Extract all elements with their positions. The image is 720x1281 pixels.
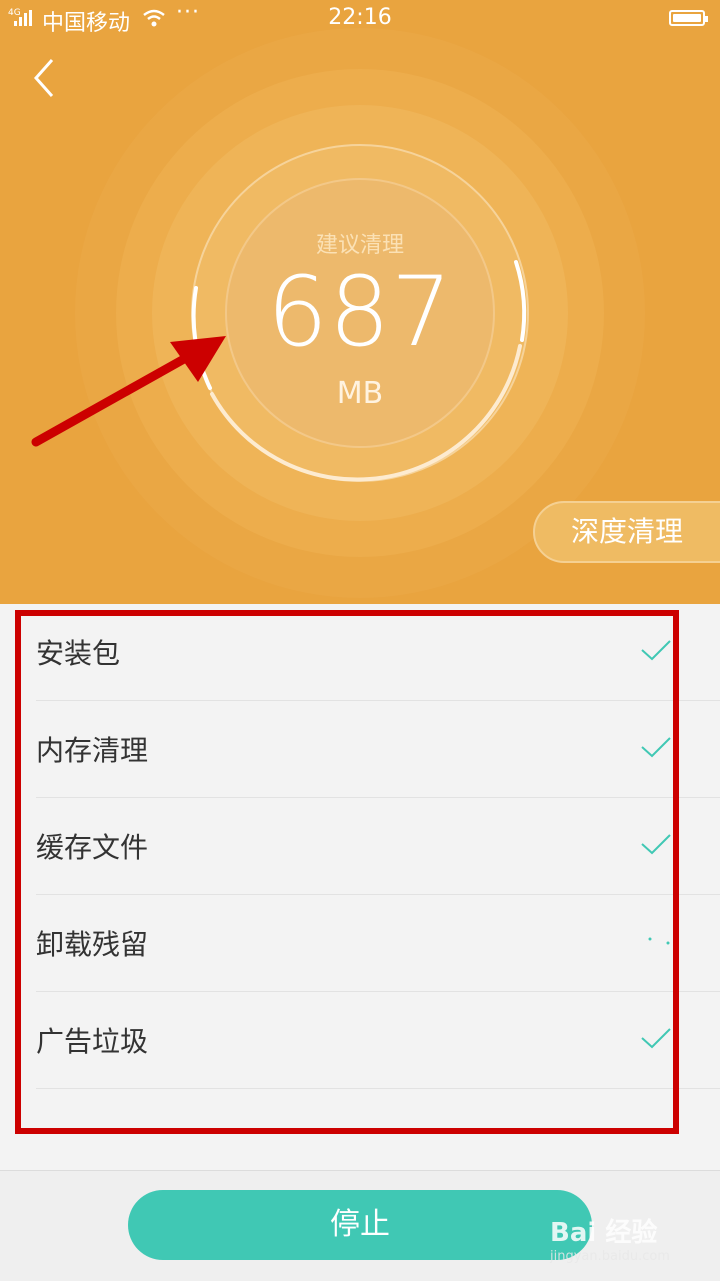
deep-clean-button[interactable]: 深度清理 <box>533 501 720 563</box>
annotation-highlight-box <box>15 610 679 1134</box>
watermark-brand: Bai 经验 <box>550 1218 658 1248</box>
status-bar: 4G 中国移动 ··· 22:16 <box>0 0 720 40</box>
suggest-clean-label: 建议清理 <box>315 233 404 258</box>
stop-button[interactable]: 停止 <box>128 1190 592 1260</box>
baidu-watermark: Bai 经验 jingyan.baidu.com <box>550 1212 700 1268</box>
clock: 22:16 <box>328 5 392 30</box>
junk-size-value: 687 <box>266 256 454 368</box>
clean-header: 4G 中国移动 ··· 22:16 建议清理 687 MB 深度清理 <box>0 0 720 604</box>
stop-button-label: 停止 <box>330 1207 390 1242</box>
watermark-url: jingyan.baidu.com <box>550 1249 670 1264</box>
junk-size-unit: MB <box>336 376 384 411</box>
deep-clean-label: 深度清理 <box>571 515 684 548</box>
back-arrow-icon[interactable] <box>28 56 68 100</box>
battery-icon <box>669 10 708 26</box>
